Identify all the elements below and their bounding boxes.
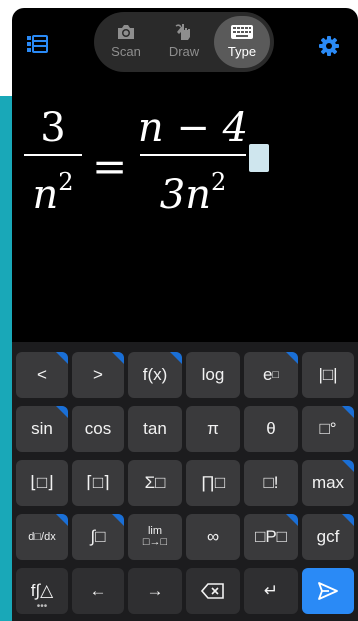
right-denominator: 3n2 (159, 168, 227, 218)
input-mode-switcher: Scan Draw Type (94, 12, 274, 72)
right-arrow-icon: → (146, 581, 164, 600)
type-mode-button[interactable]: Type (214, 16, 270, 68)
scan-mode-label: Scan (111, 44, 141, 59)
key-right-arrow[interactable]: → (128, 568, 182, 614)
left-arrow-icon: ← (89, 581, 107, 600)
left-numerator: 3 (40, 105, 66, 151)
key-ceiling[interactable]: ⌈□⌉ (72, 460, 124, 506)
key-sin[interactable]: sin (16, 406, 68, 452)
key-product[interactable]: ∏□ (186, 460, 240, 506)
key-backspace[interactable] (186, 568, 240, 614)
key-infinity[interactable]: ∞ (186, 514, 240, 560)
hand-draw-icon (175, 24, 190, 40)
send-icon (318, 582, 338, 600)
input-cursor (249, 144, 269, 172)
key-exponential[interactable]: e □ (244, 352, 298, 398)
right-numerator: n − 4 (137, 105, 249, 151)
key-log[interactable]: log (186, 352, 240, 398)
key-factorial[interactable]: □! (244, 460, 298, 506)
equation-display[interactable]: 3 n2 = n − 4 3n2 (12, 98, 358, 248)
key-summation[interactable]: Σ□ (128, 460, 182, 506)
key-theta[interactable]: θ (244, 406, 298, 452)
left-fraction: 3 n2 (24, 104, 82, 219)
fraction-bar (24, 154, 82, 156)
scan-mode-button[interactable]: Scan (98, 16, 154, 68)
fraction-bar (140, 154, 246, 156)
calculator-app: Scan Draw Type 3 n2 = n − 4 3n2 < > f(x)… (12, 8, 358, 621)
camera-icon (118, 25, 134, 39)
return-icon: ↵ (263, 581, 279, 600)
key-gcf[interactable]: gcf (302, 514, 354, 560)
key-integral[interactable]: ∫□ (72, 514, 124, 560)
key-max[interactable]: max (302, 460, 354, 506)
key-derivative[interactable]: d□/dx (16, 514, 68, 560)
right-fraction: n − 4 3n2 (137, 104, 249, 219)
keyboard-icon (231, 25, 253, 39)
key-enter[interactable]: ↵ (244, 568, 298, 614)
key-tan[interactable]: tan (128, 406, 182, 452)
equals-sign: = (92, 142, 128, 191)
key-permutation[interactable]: □P□ (244, 514, 298, 560)
key-absolute-value[interactable]: |□| (302, 352, 354, 398)
math-keyboard: < > f(x) log e □ |□| sin cos tan π θ □° ⌊… (12, 342, 358, 621)
top-bar: Scan Draw Type (12, 8, 358, 80)
key-greater-than[interactable]: > (72, 352, 124, 398)
list-icon[interactable] (26, 35, 48, 53)
backspace-icon (201, 583, 224, 599)
key-degree[interactable]: □° (302, 406, 354, 452)
background-panel (0, 96, 12, 621)
draw-mode-button[interactable]: Draw (156, 16, 212, 68)
key-less-than[interactable]: < (16, 352, 68, 398)
key-limit[interactable]: lim □→□ (128, 514, 182, 560)
type-mode-label: Type (227, 44, 257, 59)
left-denominator: n2 (32, 168, 74, 218)
key-function[interactable]: f(x) (128, 352, 182, 398)
key-left-arrow[interactable]: ← (72, 568, 124, 614)
key-pi[interactable]: π (186, 406, 240, 452)
send-button[interactable] (302, 568, 354, 614)
key-cos[interactable]: cos (72, 406, 124, 452)
key-more-functions[interactable]: f∫△ ••• (16, 568, 68, 614)
key-floor[interactable]: ⌊□⌋ (16, 460, 68, 506)
gear-icon[interactable] (318, 35, 340, 57)
draw-mode-label: Draw (168, 44, 200, 59)
